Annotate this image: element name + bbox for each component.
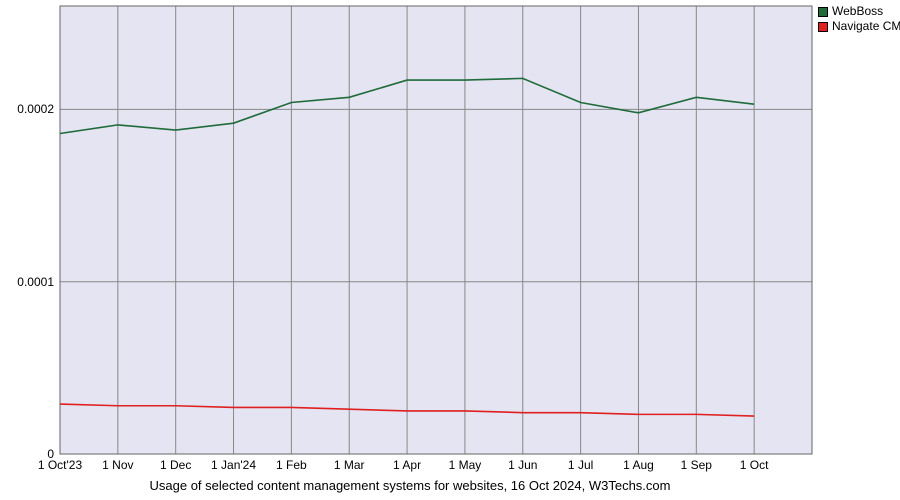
chart-svg <box>0 0 900 500</box>
x-tick-label: 1 Sep <box>681 458 712 472</box>
x-tick-label: 1 Dec <box>160 458 191 472</box>
x-tick-label: 1 Nov <box>102 458 133 472</box>
chart-container: WebBoss Navigate CMS Usage of selected c… <box>0 0 900 500</box>
y-tick-label: 0.0001 <box>4 275 54 289</box>
y-tick-label: 0.0002 <box>4 102 54 116</box>
legend-item: WebBoss <box>818 4 900 19</box>
x-tick-label: 1 Jul <box>568 458 593 472</box>
legend: WebBoss Navigate CMS <box>818 4 900 34</box>
x-tick-label: 1 Feb <box>276 458 307 472</box>
x-tick-label: 1 Apr <box>393 458 421 472</box>
x-tick-label: 1 Jun <box>508 458 537 472</box>
x-tick-label: 1 Mar <box>334 458 365 472</box>
legend-item: Navigate CMS <box>818 19 900 34</box>
legend-swatch-icon <box>818 7 828 17</box>
x-tick-label: 1 Oct'23 <box>38 458 82 472</box>
x-tick-label: 1 May <box>449 458 482 472</box>
x-tick-label: 1 Aug <box>623 458 654 472</box>
legend-label: Navigate CMS <box>832 19 900 34</box>
chart-caption: Usage of selected content management sys… <box>0 478 820 493</box>
legend-swatch-icon <box>818 22 828 32</box>
legend-label: WebBoss <box>832 4 883 19</box>
x-tick-label: 1 Oct <box>740 458 769 472</box>
x-tick-label: 1 Jan'24 <box>211 458 256 472</box>
